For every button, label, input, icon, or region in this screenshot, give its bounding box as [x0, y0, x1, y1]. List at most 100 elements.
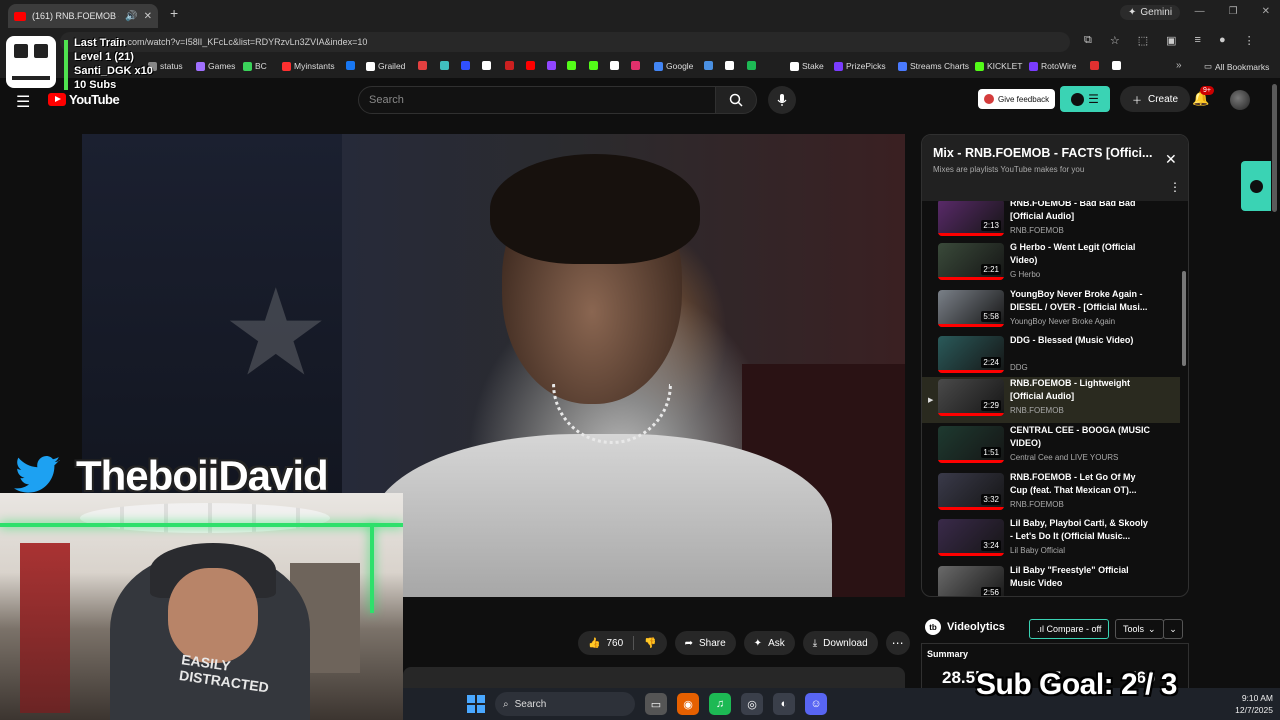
browser-tab[interactable]: (161) RNB.FOEMOB - Lightw... 🔊 ✕	[8, 4, 158, 28]
create-button[interactable]: ＋ Create	[1120, 86, 1191, 112]
bookmark-item[interactable]	[1112, 61, 1121, 70]
video-thumbnail[interactable]: 5:58	[938, 290, 1004, 327]
bookmark-item[interactable]: Stake	[790, 61, 824, 71]
channel-name[interactable]: Lil Baby Official	[1010, 546, 1065, 555]
gemini-button[interactable]: ✦ Gemini	[1120, 5, 1181, 20]
bookmark-item[interactable]	[589, 61, 598, 70]
more-actions-button[interactable]: ⋯	[885, 631, 910, 655]
new-tab-button[interactable]: +	[170, 5, 178, 21]
playlist-item[interactable]: 3:32 RNB.FOEMOB - Let Go Of My Cup (feat.…	[922, 471, 1180, 517]
playlist-item[interactable]: ▶ 2:29 RNB.FOEMOB - Lightweight [Official …	[922, 377, 1180, 423]
bookmark-item[interactable]: Grailed	[366, 61, 405, 71]
taskbar-search[interactable]: ⌕ Search	[495, 692, 635, 716]
more-vertical-icon[interactable]: ⋮	[1169, 180, 1181, 194]
video-thumbnail[interactable]: 1:51	[938, 426, 1004, 463]
windows-start-icon[interactable]	[467, 695, 485, 713]
hamburger-menu-icon[interactable]: ☰	[16, 92, 30, 112]
tubebuddy-side-button[interactable]	[1241, 161, 1271, 211]
download-button[interactable]: ⤓ Download	[802, 631, 878, 655]
profile-icon[interactable]: ●	[1219, 34, 1226, 47]
video-title[interactable]: RNB.FOEMOB - Lightweight [Official Audio…	[1010, 377, 1150, 403]
channel-name[interactable]: RNB.FOEMOB	[1010, 226, 1064, 235]
bookmark-item[interactable]: Games	[196, 61, 235, 71]
like-button[interactable]: 👍 760	[578, 631, 633, 655]
url-field[interactable]: ube.com/watch?v=I58lI_KFcLc&list=RDYRzvL…	[60, 32, 1070, 52]
search-input[interactable]: Search	[358, 86, 716, 114]
bookmark-item[interactable]	[482, 61, 491, 70]
compare-toggle-button[interactable]: .ıl Compare - off	[1029, 619, 1110, 639]
notifications-button[interactable]: 🔔 9+	[1192, 86, 1214, 107]
video-title[interactable]: YoungBoy Never Broke Again - DIESEL / OV…	[1010, 288, 1150, 314]
playlist-item[interactable]: 2:13 RNB.FOEMOB - Bad Bad Bad [Official A…	[922, 201, 1180, 243]
close-window-icon[interactable]: ✕	[1262, 6, 1270, 17]
bookmark-item[interactable]: RotoWire	[1029, 61, 1076, 71]
video-thumbnail[interactable]: 2:21	[938, 243, 1004, 280]
bookmark-star-icon[interactable]: ☆	[1110, 34, 1120, 47]
bookmark-item[interactable]: status	[148, 61, 183, 71]
channel-name[interactable]: RNB.FOEMOB	[1010, 406, 1064, 415]
page-scrollbar[interactable]	[1272, 84, 1277, 212]
extensions-icon[interactable]: ⬚	[1138, 34, 1148, 47]
tools-dropdown[interactable]: Tools ⌄	[1115, 619, 1164, 639]
playlist-title[interactable]: Mix - RNB.FOEMOB - FACTS [Offici...	[933, 146, 1153, 160]
playlist-scroll-thumb[interactable]	[1182, 271, 1186, 366]
bookmark-item[interactable]	[440, 61, 449, 70]
bookmark-item[interactable]	[418, 61, 427, 70]
ask-button[interactable]: ✦ Ask	[743, 631, 795, 655]
youtube-logo[interactable]: YouTube	[48, 92, 120, 107]
install-icon[interactable]: ⧉	[1084, 34, 1092, 47]
channel-name[interactable]: RNB.FOEMOB	[1010, 500, 1064, 509]
chrome-icon[interactable]: ◎	[741, 693, 763, 715]
all-bookmarks[interactable]: ▭ All Bookmarks	[1204, 61, 1269, 72]
voice-search-button[interactable]	[768, 86, 796, 114]
close-tab-icon[interactable]: ✕	[144, 11, 152, 22]
bookmark-item[interactable]	[505, 61, 514, 70]
playlist-item[interactable]: 5:58 YoungBoy Never Broke Again - DIESEL …	[922, 288, 1180, 334]
search-button[interactable]	[715, 86, 757, 114]
playlist-scrollbar[interactable]	[1182, 201, 1186, 596]
bookmark-item[interactable]: Streams Charts	[898, 61, 969, 71]
video-thumbnail[interactable]: 2:56	[938, 566, 1004, 596]
bookmark-item[interactable]	[610, 61, 619, 70]
channel-name[interactable]: DDG	[1010, 363, 1028, 372]
extension-menu-button[interactable]: ☰	[1060, 86, 1110, 112]
video-title[interactable]: Lil Baby, Playboi Carti, & Skooly - Let'…	[1010, 517, 1150, 543]
taskbar-clock[interactable]: 9:10 AM 12/7/2025	[1223, 692, 1273, 716]
bookmark-item[interactable]	[461, 61, 470, 70]
bookmark-item[interactable]	[704, 61, 713, 70]
bookmark-item[interactable]	[725, 61, 734, 70]
collapse-button[interactable]: ⌄	[1163, 619, 1183, 639]
bookmark-item[interactable]	[526, 61, 535, 70]
channel-name[interactable]: YoungBoy Never Broke Again	[1010, 317, 1115, 326]
playlist-item[interactable]: 2:56 Lil Baby "Freestyle" Official Music …	[922, 564, 1180, 596]
bookmark-item[interactable]: Myinstants	[282, 61, 335, 71]
speaker-icon[interactable]: 🔊	[125, 11, 137, 22]
bookmark-item[interactable]	[547, 61, 556, 70]
bookmark-item[interactable]: KICKLET	[975, 61, 1022, 71]
bookmark-item[interactable]: Google	[654, 61, 693, 71]
video-thumbnail[interactable]: 2:13	[938, 201, 1004, 236]
close-icon[interactable]: ✕	[1165, 151, 1177, 168]
channel-name[interactable]: G Herbo	[1010, 270, 1040, 279]
firefox-icon[interactable]: ◉	[677, 693, 699, 715]
sidepanel-icon[interactable]: ▣	[1166, 34, 1176, 47]
file-explorer-icon[interactable]: ▭	[645, 693, 667, 715]
dislike-button[interactable]: 👎	[634, 631, 666, 655]
minimize-icon[interactable]: —	[1195, 6, 1205, 17]
playlist-item[interactable]: 2:24 DDG - Blessed (Music Video) DDG	[922, 334, 1180, 380]
bookmark-item[interactable]	[631, 61, 640, 70]
account-avatar[interactable]	[1230, 90, 1250, 110]
bookmark-item[interactable]: PrizePicks	[834, 61, 886, 71]
channel-name[interactable]: Central Cee and LIVE YOURS	[1010, 453, 1118, 462]
video-title[interactable]: RNB.FOEMOB - Bad Bad Bad [Official Audio…	[1010, 201, 1150, 223]
video-thumbnail[interactable]: 3:24	[938, 519, 1004, 556]
spotify-icon[interactable]: ♫	[709, 693, 731, 715]
more-bookmarks-icon[interactable]: »	[1176, 60, 1182, 71]
video-thumbnail[interactable]: 2:29	[938, 379, 1004, 416]
bookmark-item[interactable]	[346, 61, 355, 70]
video-thumbnail[interactable]: 2:24	[938, 336, 1004, 373]
video-thumbnail[interactable]: 3:32	[938, 473, 1004, 510]
media-icon[interactable]: ≡	[1195, 34, 1201, 47]
playlist-item[interactable]: 2:21 G Herbo - Went Legit (Official Video…	[922, 241, 1180, 287]
video-title[interactable]: Lil Baby "Freestyle" Official Music Vide…	[1010, 564, 1150, 590]
